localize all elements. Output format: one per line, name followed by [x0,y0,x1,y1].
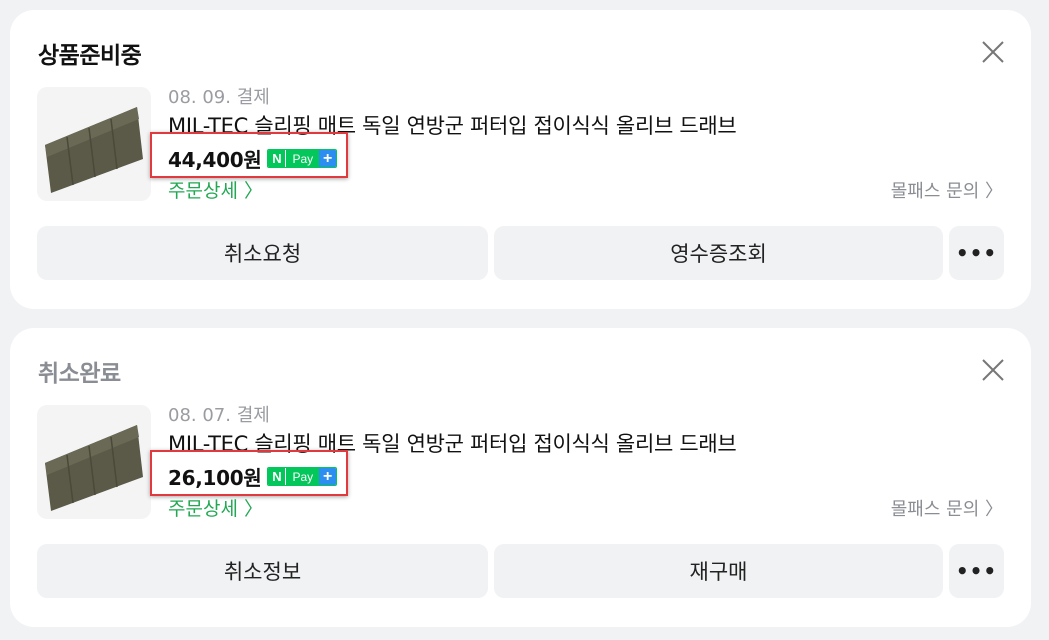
product-name[interactable]: MIL-TEC 슬리핑 매트 독일 연방군 퍼터입 접이식식 올리브 드래브 [168,110,737,140]
close-icon[interactable] [981,40,1005,64]
more-options-button[interactable]: ••• [949,544,1004,598]
plus-icon: + [319,468,337,485]
order-status: 상품준비중 [38,43,142,69]
inquiry-link[interactable]: 몰패스 문의 〉 [891,177,1003,203]
close-icon[interactable] [981,358,1005,382]
npay-label: Pay [286,150,320,167]
price-row: 44,400원 N Pay + [168,144,338,173]
price-row: 26,100원 N Pay + [168,462,338,491]
plus-icon: + [319,150,337,167]
order-detail-link[interactable]: 주문상세 〉 [168,176,263,203]
more-options-button[interactable]: ••• [949,226,1004,280]
naver-n-icon: N [268,150,287,167]
repurchase-button[interactable]: 재구매 [494,544,943,598]
order-date: 08. 09. 결제 [168,87,270,108]
order-card: 상품준비중 08. 09. 결제 MIL-TEC 슬리핑 매트 독일 연방군 퍼… [10,10,1031,309]
naver-n-icon: N [268,468,287,485]
cancel-info-button[interactable]: 취소정보 [37,544,488,598]
price: 44,400원 [168,148,262,172]
inquiry-link[interactable]: 몰패스 문의 〉 [891,495,1003,521]
receipt-button[interactable]: 영수증조회 [494,226,943,280]
product-thumbnail[interactable] [37,405,151,519]
npay-plus-badge: N Pay + [267,149,338,168]
product-name[interactable]: MIL-TEC 슬리핑 매트 독일 연방군 퍼터입 접이식식 올리브 드래브 [168,428,737,458]
npay-label: Pay [286,468,320,485]
npay-plus-badge: N Pay + [267,467,338,486]
order-date: 08. 07. 결제 [168,405,270,426]
order-card: 취소완료 08. 07. 결제 MIL-TEC 슬리핑 매트 독일 연방군 퍼터… [10,328,1031,627]
price: 26,100원 [168,466,262,490]
order-status: 취소완료 [38,361,121,387]
product-thumbnail[interactable] [37,87,151,201]
order-detail-link[interactable]: 주문상세 〉 [168,494,263,521]
cancel-request-button[interactable]: 취소요청 [37,226,488,280]
